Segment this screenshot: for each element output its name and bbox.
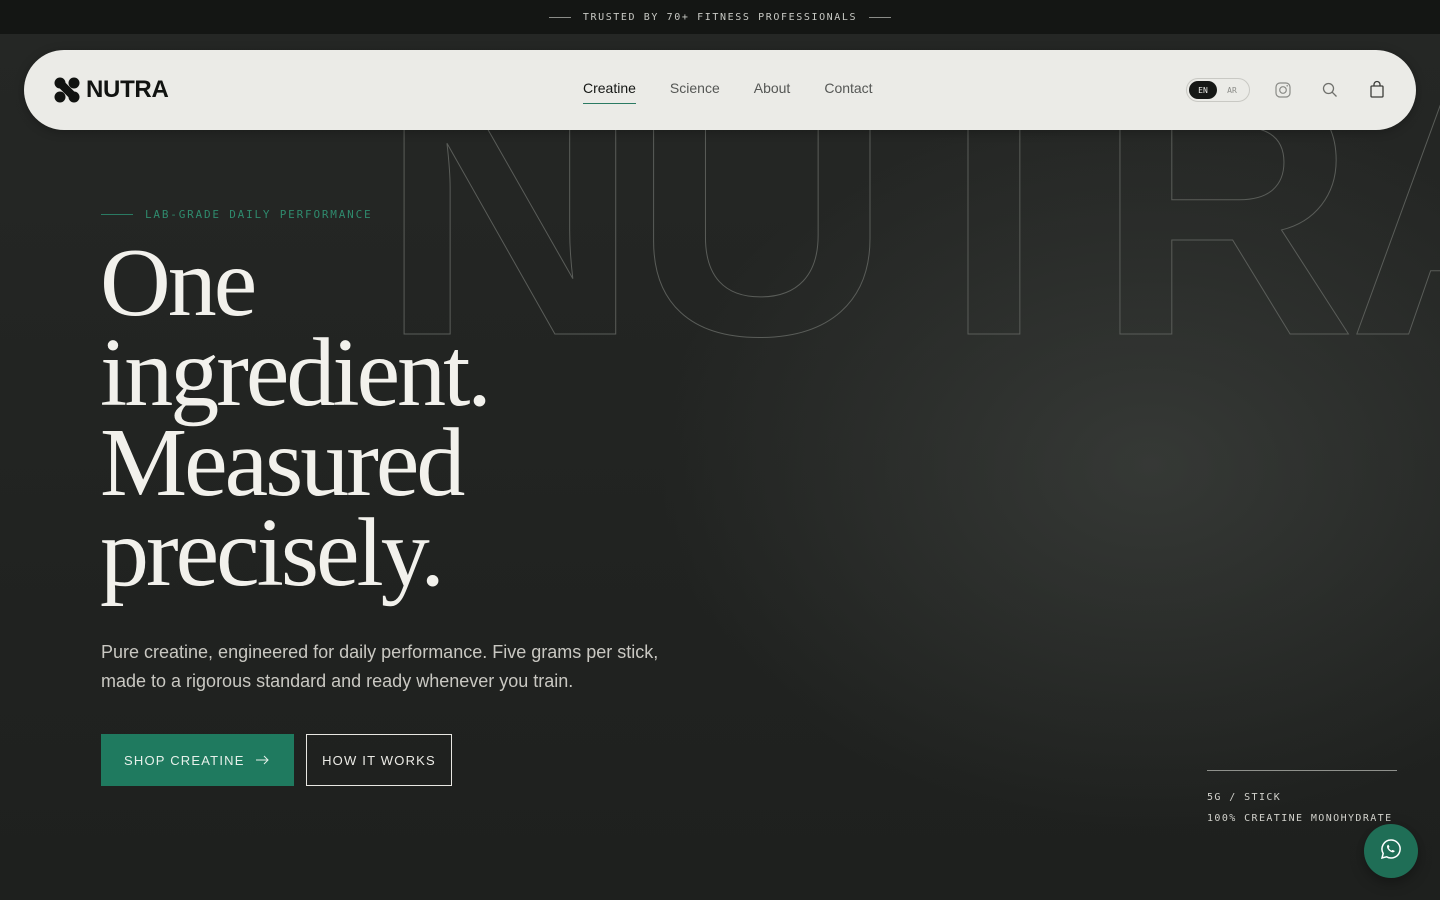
divider — [548, 16, 571, 18]
lang-ar-option[interactable]: AR — [1217, 81, 1247, 99]
spec-line: 100% CREATINE MONOHYDRATE — [1207, 813, 1393, 824]
spec-line: 5G / STICK — [1207, 792, 1282, 803]
headline-line: precisely. — [100, 499, 445, 607]
search-icon[interactable] — [1320, 80, 1340, 100]
hero-headline: One ingredient. Measured precisely. — [100, 229, 492, 607]
bag-icon[interactable] — [1367, 80, 1387, 100]
logo-text: NUTRA — [86, 76, 169, 103]
hero-subtext: Pure creatine, engineered for daily perf… — [101, 642, 659, 691]
divider — [869, 16, 892, 18]
logo[interactable]: NUTRA — [54, 76, 169, 104]
nav-menu: Creatine Science About Contact — [583, 80, 907, 104]
nav-link-about[interactable]: About — [754, 80, 791, 104]
how-it-works-button[interactable]: HOW IT WORKS — [306, 734, 452, 786]
headline-line: One — [100, 229, 257, 337]
whatsapp-chat-button[interactable] — [1364, 824, 1418, 878]
eyebrow-text: LAB-GRADE DAILY PERFORMANCE — [145, 208, 373, 221]
shop-creatine-button[interactable]: SHOP CREATINE — [101, 734, 294, 786]
hero-section: NUTRA LAB-GRADE DAILY PERFORMANCE One in… — [0, 34, 1440, 900]
language-toggle[interactable]: EN AR — [1186, 78, 1250, 102]
arrow-right-icon — [256, 753, 270, 768]
spec-callout: 5G / STICK 100% CREATINE MONOHYDRATE — [1207, 770, 1397, 829]
announcement-text: TRUSTED BY 70+ FITNESS PROFESSIONALS — [582, 11, 858, 23]
headline-line: ingredient. — [100, 319, 492, 427]
main-navigation: NUTRA Creatine Science About Contact EN … — [24, 50, 1416, 130]
hero-eyebrow: LAB-GRADE DAILY PERFORMANCE — [101, 208, 372, 221]
divider — [101, 214, 133, 215]
shop-creatine-label: SHOP CREATINE — [124, 752, 245, 768]
nav-link-science[interactable]: Science — [670, 80, 720, 104]
instagram-icon[interactable] — [1273, 80, 1293, 100]
announcement-bar: TRUSTED BY 70+ FITNESS PROFESSIONALS — [0, 0, 1440, 34]
divider — [1207, 770, 1397, 771]
nav-link-creatine[interactable]: Creatine — [583, 80, 636, 104]
whatsapp-icon — [1379, 837, 1403, 866]
headline-line: Measured — [100, 409, 465, 517]
nav-link-contact[interactable]: Contact — [824, 80, 872, 104]
lang-en-option[interactable]: EN — [1189, 81, 1217, 99]
logo-icon — [54, 77, 80, 103]
